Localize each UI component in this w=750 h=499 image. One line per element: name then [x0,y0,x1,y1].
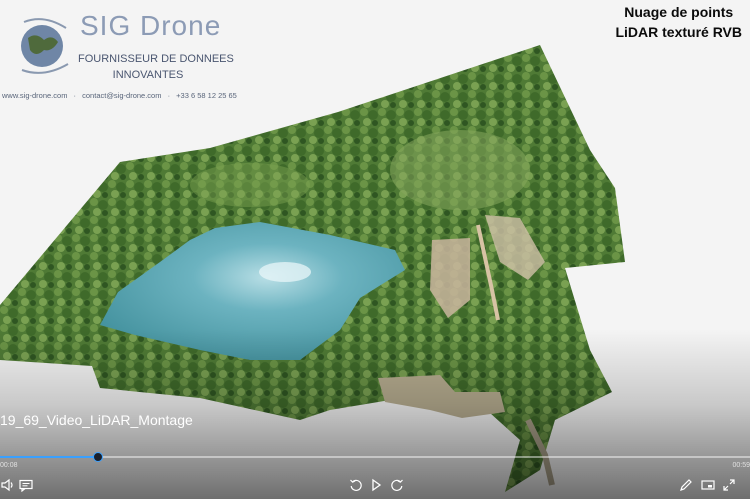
email-text: contact@sig-drone.com [82,91,162,100]
forward-30-icon [391,479,403,491]
phone-text: +33 6 58 12 25 65 [176,91,237,100]
rewind-10-icon [350,479,362,491]
forward-button[interactable] [389,477,405,493]
volume-icon [1,478,13,492]
time-elapsed: 00:08 [0,462,18,469]
brand-tagline: FOURNISSEUR DE DONNEES INNOVANTES [78,53,234,81]
play-icon [372,478,382,492]
progress-fill [0,456,98,458]
progress-thumb[interactable] [92,452,103,462]
edit-button[interactable] [678,477,694,493]
cast-button[interactable] [700,477,716,493]
cast-icon [701,480,715,490]
play-button[interactable] [368,477,384,493]
globe-icon [21,18,69,74]
fullscreen-button[interactable] [721,477,737,493]
brand-name: SIG Drone [80,10,222,41]
video-player[interactable]: SIG Drone FOURNISSEUR DE DONNEES INNOVAN… [0,0,750,499]
overlay-title: Nuage de points LiDAR texturé RVB [615,4,742,40]
time-total: 00:59 [732,462,750,469]
website-text: www.sig-drone.com [2,91,68,100]
rewind-button[interactable] [348,477,364,493]
edit-icon [680,479,692,491]
volume-button[interactable] [0,477,16,493]
video-title: 19_69_Video_LiDAR_Montage [0,412,193,428]
fullscreen-icon [723,479,735,491]
progress-bar[interactable] [0,452,750,462]
contact-line: www.sig-drone.com · contact@sig-drone.co… [2,91,237,100]
captions-button[interactable] [18,477,34,493]
captions-icon [19,479,33,492]
